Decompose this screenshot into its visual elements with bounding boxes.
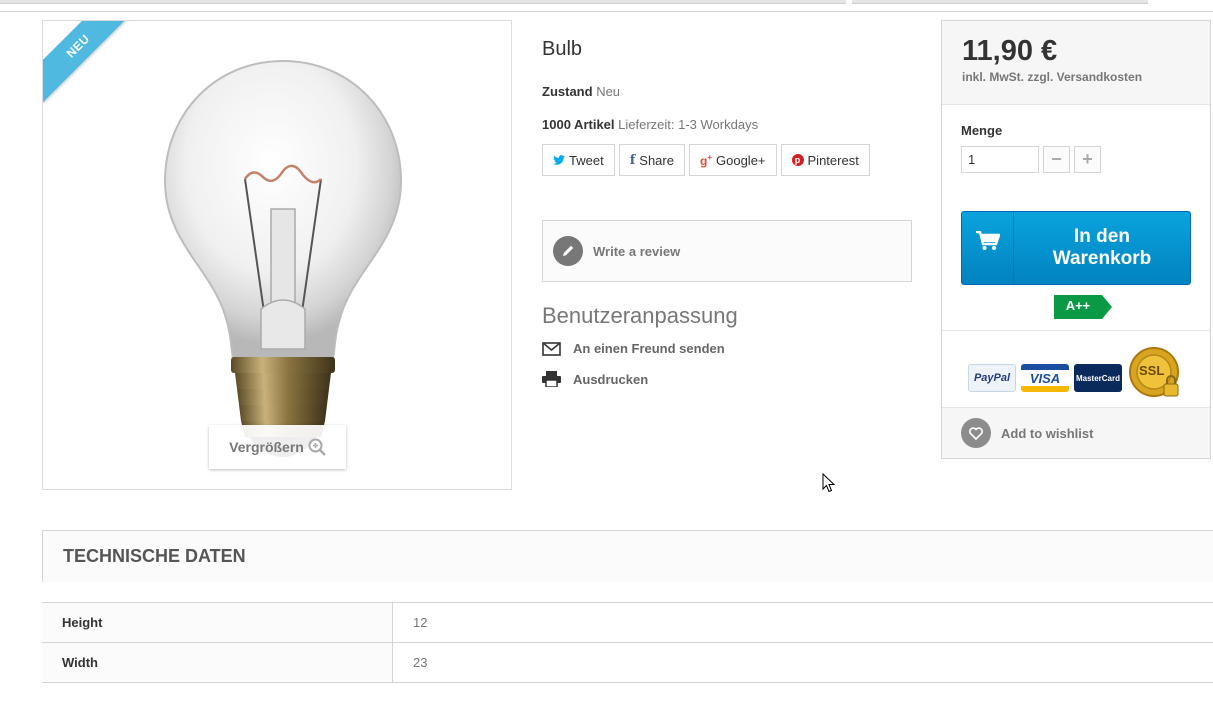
- cart-label-line1: In den: [1074, 226, 1130, 247]
- quantity-increase-button[interactable]: +: [1074, 146, 1101, 173]
- energy-arrow: [1102, 295, 1112, 319]
- stock-quantity: 1000 Artikel: [542, 117, 615, 132]
- share-buttons: Tweet f Share g+ Google+ p Pinterest: [542, 144, 912, 176]
- add-to-wishlist-link[interactable]: Add to wishlist: [1001, 426, 1093, 441]
- quantity-input[interactable]: [961, 146, 1039, 173]
- print-label: Ausdrucken: [573, 371, 649, 387]
- pinterest-label: Pinterest: [807, 152, 859, 168]
- condition-label: Zustand: [542, 84, 593, 99]
- facebook-label: Share: [639, 152, 674, 168]
- google-plus-icon: g+: [699, 152, 712, 168]
- pinterest-icon: p: [791, 154, 804, 166]
- payment-logos: PayPal VISA MasterCard SSL: [942, 331, 1210, 408]
- energy-label[interactable]: A++: [1054, 295, 1112, 319]
- mouse-cursor-icon: [822, 473, 836, 493]
- spec-value: 12: [393, 603, 1213, 642]
- product-price: 11,90 €: [962, 35, 1058, 67]
- pencil-icon: [553, 236, 583, 266]
- facebook-icon: f: [629, 152, 636, 168]
- delivery-time: Lieferzeit: 1-3 Workdays: [618, 117, 759, 132]
- visa-logo: VISA: [1021, 364, 1069, 392]
- product-info: Bulb Zustand Neu 1000 Artikel Lieferzeit…: [542, 20, 912, 387]
- quantity-stepper: − +: [961, 146, 1210, 173]
- google-plus-label: Google+: [716, 152, 766, 168]
- zoom-button[interactable]: Vergrößern: [209, 425, 346, 469]
- price-area: 11,90 € inkl. MwSt. zzgl. Versandkosten: [942, 21, 1210, 105]
- product-title: Bulb: [542, 38, 583, 60]
- buy-box: 11,90 € inkl. MwSt. zzgl. Versandkosten …: [941, 20, 1211, 459]
- customization-title: Benutzeranpassung: [542, 303, 738, 328]
- tax-note: inkl. MwSt. zzgl. Versandkosten: [962, 70, 1143, 84]
- send-to-friend-label: An einen Freund senden: [573, 341, 725, 356]
- write-review-link[interactable]: Write a review: [593, 244, 680, 259]
- envelope-icon: [542, 341, 561, 356]
- send-to-friend-link[interactable]: An einen Freund senden: [542, 341, 725, 356]
- bulb-image[interactable]: [153, 59, 413, 459]
- top-tab-left[interactable]: [0, 0, 846, 4]
- top-tab-strip: [0, 0, 1213, 12]
- table-row: Width 23: [42, 643, 1213, 683]
- spec-key: Width: [42, 643, 393, 682]
- write-review-box[interactable]: Write a review: [542, 220, 912, 282]
- technical-data-table: Height 12 Width 23: [42, 602, 1213, 683]
- printer-icon: [542, 371, 561, 387]
- pinterest-button[interactable]: p Pinterest: [780, 144, 870, 176]
- quantity-area: Menge − + In denWarenkorb A++: [942, 105, 1210, 331]
- heart-icon: [961, 418, 991, 448]
- tweet-button[interactable]: Tweet: [542, 144, 615, 176]
- technical-data-heading: TECHNISCHE DATEN: [42, 530, 1213, 582]
- product-image-box[interactable]: NEU Vergrößern: [42, 20, 512, 490]
- wishlist-area[interactable]: Add to wishlist: [942, 408, 1210, 458]
- add-to-cart-button[interactable]: In den Warenkorb: [961, 211, 1191, 285]
- quantity-decrease-button[interactable]: −: [1043, 146, 1070, 173]
- stock-row: 1000 Artikel Lieferzeit: 1-3 Workdays: [542, 117, 912, 132]
- condition-value: Neu: [596, 84, 621, 99]
- ssl-seal-icon: SSL: [1128, 346, 1180, 398]
- spec-value: 23: [393, 643, 1213, 682]
- cart-icon: [962, 212, 1014, 284]
- ssl-text: SSL: [1139, 363, 1165, 378]
- zoom-label: Vergrößern: [229, 439, 304, 455]
- tweet-label: Tweet: [569, 152, 604, 168]
- add-to-cart-label: In den Warenkorb: [1014, 212, 1190, 284]
- print-link[interactable]: Ausdrucken: [542, 371, 648, 387]
- top-tab-right[interactable]: [852, 0, 1148, 4]
- cart-label-line2: Warenkorb: [1052, 248, 1152, 269]
- spec-key: Height: [42, 603, 393, 642]
- quantity-label: Menge: [961, 123, 1003, 138]
- new-badge: NEU: [43, 21, 135, 103]
- paypal-logo: PayPal: [968, 364, 1016, 392]
- energy-class: A++: [1054, 295, 1102, 319]
- condition-row: Zustand Neu: [542, 84, 912, 99]
- twitter-icon: [553, 154, 565, 165]
- table-row: Height 12: [42, 603, 1213, 643]
- google-plus-button[interactable]: g+ Google+: [688, 144, 777, 176]
- zoom-in-icon: [308, 438, 326, 456]
- facebook-share-button[interactable]: f Share: [618, 144, 685, 176]
- mastercard-logo: MasterCard: [1074, 364, 1122, 392]
